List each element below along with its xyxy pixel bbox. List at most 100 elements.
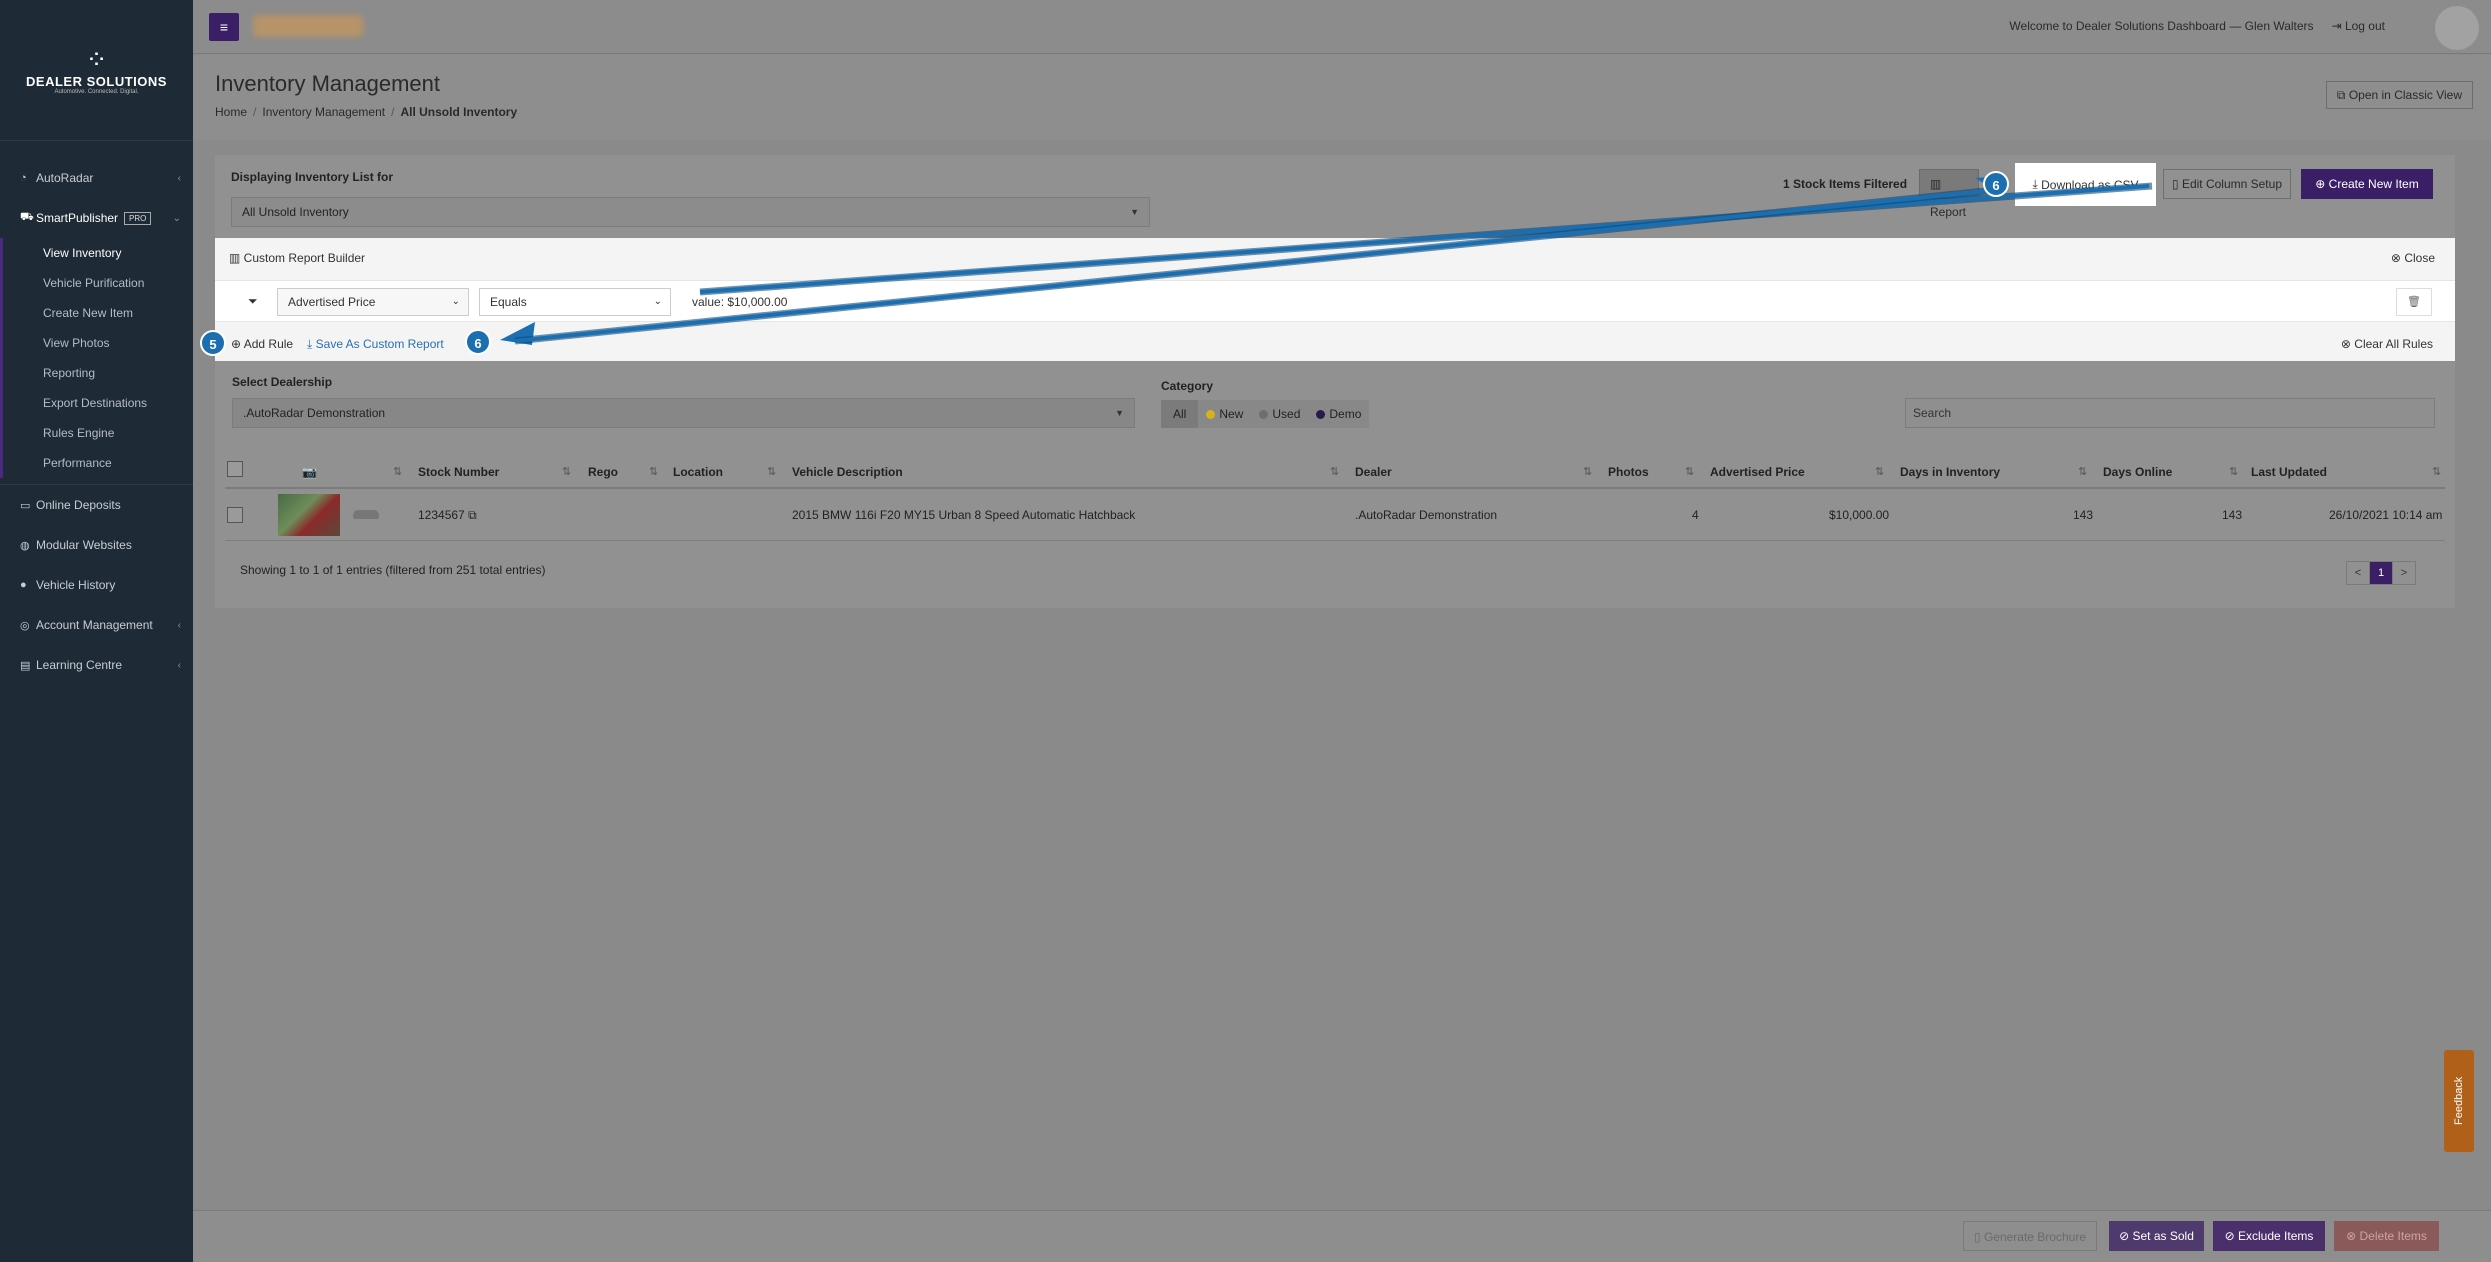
sort-icon[interactable]: ⇅ (1330, 465, 1339, 478)
menu-toggle-button[interactable]: ≡ (209, 13, 239, 41)
sidebar-item-autoradar[interactable]: ◔ AutoRadar ‹ (0, 158, 193, 198)
save-custom-report-button[interactable]: ⤓ Save As Custom Report (307, 337, 444, 352)
credit-card-icon: ▭ (20, 499, 31, 512)
sort-icon[interactable]: ⇅ (393, 465, 402, 478)
col-vehicle-description[interactable]: Vehicle Description (792, 465, 903, 479)
cell-dealer: .AutoRadar Demonstration (1355, 508, 1498, 522)
sidebar-item-vehicle-history[interactable]: ● Vehicle History (0, 565, 193, 605)
user-circle-icon: ◎ (20, 619, 30, 632)
sidebar-subitem-rules-engine[interactable]: Rules Engine (3, 418, 193, 448)
category-new-button[interactable]: New (1198, 400, 1252, 428)
sort-icon[interactable]: ⇅ (2432, 465, 2441, 478)
row-checkbox[interactable] (227, 507, 243, 523)
download-csv-button[interactable]: ⤓ Download as CSV (2015, 163, 2156, 206)
sidebar-subitem-performance[interactable]: Performance (3, 448, 193, 478)
col-days-in-inventory[interactable]: Days in Inventory (1900, 465, 2000, 479)
rule-value: value: $10,000.00 (692, 295, 788, 309)
add-rule-label: Add Rule (243, 337, 294, 351)
rule-field-select[interactable]: Advertised Price ⌄ (277, 288, 469, 316)
category-used-button[interactable]: Used (1251, 400, 1309, 428)
col-rego[interactable]: Rego (588, 465, 618, 479)
sidebar-item-learning-centre[interactable]: ▤ Learning Centre ‹ (0, 645, 193, 685)
pager-page-1[interactable]: 1 (2369, 561, 2393, 585)
col-dealer[interactable]: Dealer (1355, 465, 1392, 479)
create-new-item-button[interactable]: ⊕ Create New Item (2301, 169, 2433, 199)
search-input[interactable]: Search (1905, 398, 2435, 428)
dealership-select[interactable]: .AutoRadar Demonstration ▼ (232, 398, 1135, 428)
sidebar-subitem-view-inventory[interactable]: View Inventory (3, 238, 193, 268)
sidebar-item-label: Learning Centre (36, 658, 123, 672)
sidebar-item-label: Vehicle History (36, 578, 116, 592)
brand-name: DEALER SOLUTIONS (26, 73, 167, 89)
avatar[interactable] (2435, 6, 2479, 50)
set-as-sold-button[interactable]: ⊘ Set as Sold (2109, 1221, 2204, 1251)
breadcrumb-home[interactable]: Home (215, 105, 247, 119)
col-location[interactable]: Location (673, 465, 723, 479)
sidebar-item-smartpublisher[interactable]: ⛟ SmartPublisher PRO ⌄ (0, 198, 193, 238)
sort-icon[interactable]: ⇅ (767, 465, 776, 478)
category-all-button[interactable]: All (1161, 400, 1199, 428)
feedback-tab[interactable]: Feedback (2444, 1050, 2474, 1152)
sort-icon[interactable]: ⇅ (2078, 465, 2087, 478)
col-stock-number[interactable]: Stock Number (418, 465, 499, 479)
chart-icon: ▥ (1930, 177, 1942, 191)
sort-icon[interactable]: ⇅ (1875, 465, 1884, 478)
sort-icon[interactable]: ⇅ (1685, 465, 1694, 478)
sidebar-subitem-create-new-item[interactable]: Create New Item (3, 298, 193, 328)
col-photos[interactable]: Photos (1608, 465, 1649, 479)
sidebar-item-account-management[interactable]: ◎ Account Management ‹ (0, 605, 193, 645)
brand-logo[interactable]: ⁘ DEALER SOLUTIONS Automotive. Connected… (0, 0, 193, 140)
sort-icon[interactable]: ⇅ (562, 465, 571, 478)
category-demo-button[interactable]: Demo (1308, 400, 1370, 428)
logout-label: Log out (2344, 19, 2385, 33)
custom-report-builder: ▥ Custom Report Builder ⊗ Close ⏷ Advert… (215, 238, 2455, 361)
rule-operator-select[interactable]: Equals ⌄ (479, 288, 671, 316)
category-label-text: Demo (1329, 407, 1362, 421)
builder-title: ▥ Custom Report Builder (229, 251, 365, 265)
exclude-items-button[interactable]: ⊘ Exclude Items (2213, 1221, 2325, 1251)
create-new-label: Create New Item (2328, 177, 2419, 191)
delete-items-button[interactable]: ⊗ Delete Items (2334, 1221, 2439, 1251)
table-row[interactable]: 1234567 ⧉ 2015 BMW 116i F20 MY15 Urban 8… (225, 489, 2445, 541)
sort-icon[interactable]: ⇅ (2229, 465, 2238, 478)
filter-icon: ⏷ (248, 294, 258, 308)
report-button[interactable]: ▥ Report (1919, 169, 1979, 219)
caret-down-icon: ▼ (1115, 408, 1124, 418)
sidebar-subitem-vehicle-purification[interactable]: Vehicle Purification (3, 268, 193, 298)
sort-icon[interactable]: ⇅ (1583, 465, 1592, 478)
sidebar-subitem-export-destinations[interactable]: Export Destinations (3, 388, 193, 418)
external-link-icon[interactable]: ⧉ (468, 508, 477, 522)
delete-rule-button[interactable]: 🗑 (2396, 288, 2432, 316)
cell-stock-number[interactable]: 1234567 ⧉ (418, 508, 477, 523)
welcome-text: Welcome to Dealer Solutions Dashboard — … (2009, 19, 2314, 33)
col-advertised-price[interactable]: Advertised Price (1710, 465, 1805, 479)
sidebar-item-modular-websites[interactable]: ◍ Modular Websites (0, 525, 193, 565)
add-rule-button[interactable]: ⊕ Add Rule (231, 337, 293, 351)
logout-icon: ⇥ (2331, 19, 2345, 33)
inventory-list-select[interactable]: All Unsold Inventory ▼ (231, 197, 1150, 227)
sidebar-subitem-view-photos[interactable]: View Photos (3, 328, 193, 358)
logout-link[interactable]: ⇥ Log out (2332, 19, 2385, 33)
sidebar-item-online-deposits[interactable]: ▭ Online Deposits (0, 485, 193, 525)
car-icon: ⛟ (20, 211, 34, 223)
sidebar-subitem-reporting[interactable]: Reporting (3, 358, 193, 388)
open-classic-view-button[interactable]: ⧉ Open in Classic View (2325, 81, 2473, 109)
sort-icon[interactable]: ⇅ (649, 465, 658, 478)
vehicle-thumbnail[interactable] (278, 494, 340, 536)
pro-badge: PRO (124, 211, 152, 225)
builder-close-button[interactable]: ⊗ Close (2391, 251, 2435, 265)
page-title: Inventory Management (215, 71, 441, 96)
breadcrumb-inventory[interactable]: Inventory Management (262, 105, 385, 119)
edit-column-setup-button[interactable]: ▯ Edit Column Setup (2163, 169, 2291, 199)
book-icon: ▤ (20, 659, 31, 672)
rule-value-input[interactable]: value: $10,000.00 (681, 288, 873, 316)
col-days-online[interactable]: Days Online (2103, 465, 2172, 479)
col-last-updated[interactable]: Last Updated (2251, 465, 2327, 479)
pager-prev[interactable]: < (2346, 561, 2370, 585)
report-label: Report (1930, 205, 1967, 219)
generate-brochure-button[interactable]: ▯ Generate Brochure (1963, 1221, 2097, 1251)
clear-all-rules-button[interactable]: ⊗ Clear All Rules (2341, 337, 2433, 351)
select-all-checkbox[interactable] (227, 461, 243, 477)
pager-next[interactable]: > (2392, 561, 2416, 585)
external-link-icon: ⧉ (2336, 88, 2349, 102)
